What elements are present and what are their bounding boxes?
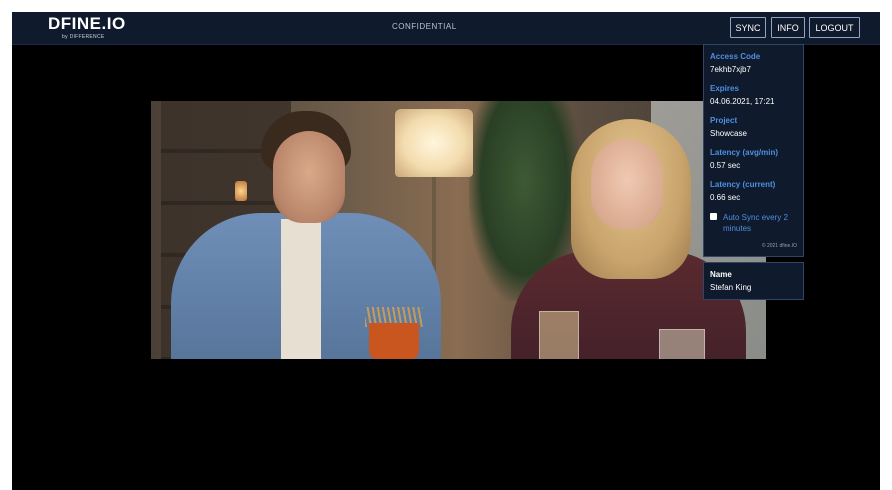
name-panel: Name Stefan King: [703, 262, 804, 300]
expires-label: Expires: [710, 84, 739, 93]
name-value: Stefan King: [710, 283, 752, 292]
project-value: Showcase: [710, 129, 747, 138]
copyright-text: © 2021 dfine.IO: [761, 243, 797, 249]
auto-sync-checkbox[interactable]: [710, 213, 717, 220]
logo: DFINE.IO by DIFFERENCE: [48, 15, 138, 41]
access-code-label: Access Code: [710, 52, 761, 61]
video-scene-cup: [369, 323, 419, 359]
latency-current-value: 0.66 sec: [710, 193, 741, 202]
confidential-label: CONFIDENTIAL: [392, 22, 457, 31]
info-button[interactable]: INFO: [771, 17, 805, 38]
auto-sync-label: Auto Sync every 2 minutes: [723, 213, 788, 233]
expires-value: 04.06.2021, 17:21: [710, 97, 775, 106]
video-scene-man-face: [273, 131, 345, 223]
latency-avg-label: Latency (avg/min): [710, 148, 779, 157]
sync-button[interactable]: SYNC: [730, 17, 766, 38]
project-label: Project: [710, 116, 738, 125]
logo-subtext: by DIFFERENCE: [62, 34, 105, 40]
info-panel: Access Code 7ekhb7xjb7 Expires 04.06.202…: [703, 44, 804, 257]
name-label: Name: [710, 270, 732, 279]
video-scene-glass: [539, 311, 579, 359]
video-scene-glass: [659, 329, 705, 359]
video-player[interactable]: [151, 101, 766, 359]
access-code-value: 7ekhb7xjb7: [710, 65, 751, 74]
logo-text: DFINE.IO: [48, 14, 126, 33]
app-window: DFINE.IO by DIFFERENCE CONFIDENTIAL SYNC…: [12, 12, 880, 490]
latency-current-label: Latency (current): [710, 180, 776, 189]
video-scene-lamp-shade: [395, 109, 473, 177]
video-scene-small-lamp: [235, 181, 247, 201]
video-scene-woman-face: [591, 139, 663, 229]
video-scene-man-shirt: [281, 219, 321, 359]
logout-button[interactable]: LOGOUT: [809, 17, 860, 38]
top-bar: DFINE.IO by DIFFERENCE CONFIDENTIAL SYNC…: [12, 12, 880, 45]
latency-avg-value: 0.57 sec: [710, 161, 741, 170]
